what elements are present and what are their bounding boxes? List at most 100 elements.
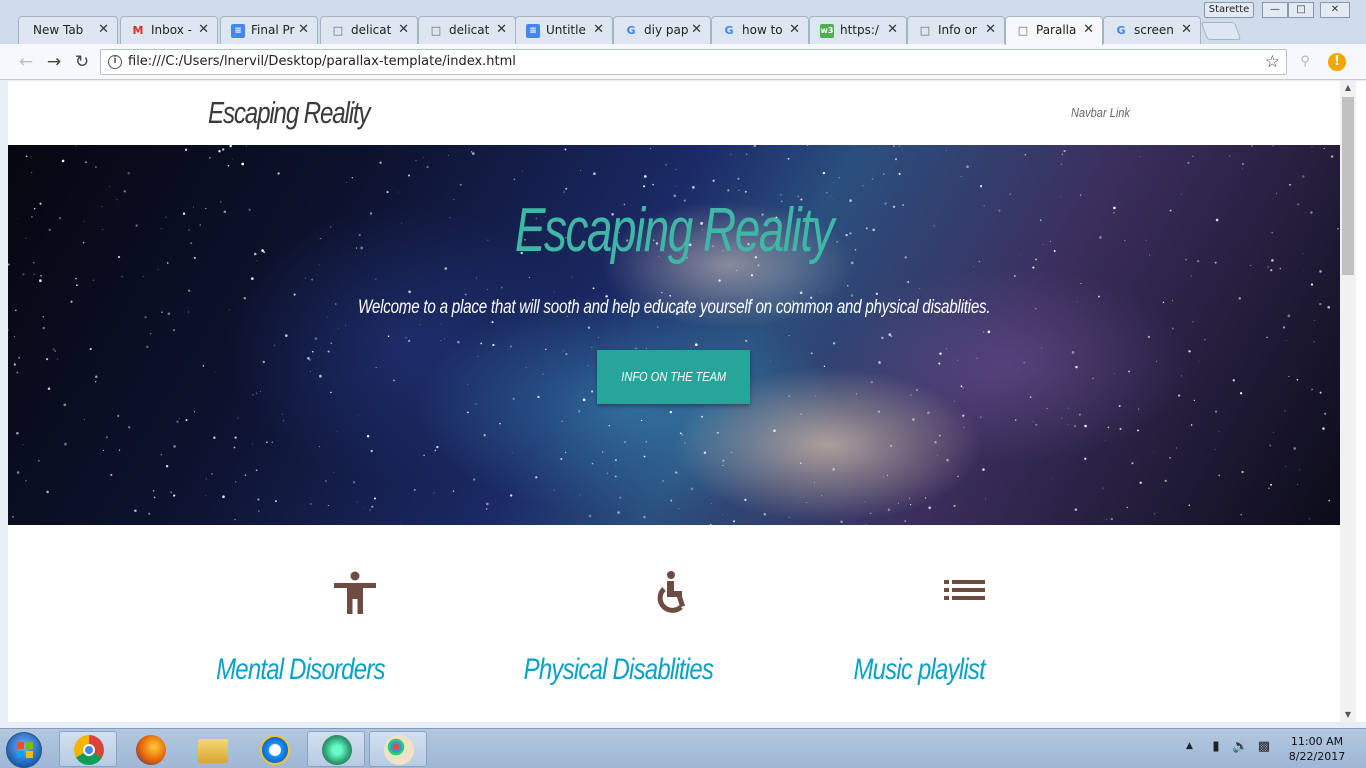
star: [369, 509, 371, 511]
volume-icon[interactable]: 🔊: [1232, 739, 1248, 757]
tray-expand-icon[interactable]: ▲: [1186, 741, 1193, 751]
scroll-down-arrow-icon[interactable]: ▼: [1340, 708, 1356, 722]
scroll-up-arrow-icon[interactable]: ▲: [1340, 81, 1356, 95]
google-icon: G: [1116, 24, 1126, 37]
tab-close-icon[interactable]: ✕: [985, 17, 996, 43]
star: [148, 512, 151, 515]
tab-new-tab[interactable]: New Tab ✕: [18, 16, 118, 44]
star: [237, 417, 239, 419]
info-on-team-button[interactable]: Info on the team: [597, 350, 750, 404]
star: [587, 326, 591, 329]
back-button[interactable]: ←: [16, 52, 36, 72]
star: [938, 362, 941, 365]
star: [471, 151, 473, 153]
tab-diy-paper[interactable]: G diy pap ✕: [613, 16, 711, 44]
taskbar-internet-explorer[interactable]: [245, 731, 303, 767]
reload-button[interactable]: ↻: [72, 52, 92, 72]
start-button[interactable]: [6, 732, 42, 768]
star: [1152, 451, 1154, 452]
tab-parallax[interactable]: □ Paralla ✕: [1005, 16, 1103, 45]
star: [1328, 499, 1331, 502]
tab-how-to[interactable]: G how to ✕: [711, 16, 809, 44]
taskbar-atom[interactable]: [307, 731, 365, 767]
star: [415, 160, 417, 162]
battery-icon[interactable]: ▮: [1208, 739, 1224, 757]
star: [763, 513, 767, 516]
star: [521, 170, 523, 172]
star: [722, 459, 725, 462]
tab-close-icon[interactable]: ✕: [789, 17, 800, 43]
tab-w3schools[interactable]: w3 https:/ ✕: [809, 16, 907, 44]
new-tab-button[interactable]: [1200, 22, 1242, 40]
star: [1147, 335, 1151, 339]
tab-close-icon[interactable]: ✕: [496, 17, 507, 43]
tab-close-icon[interactable]: ✕: [198, 17, 209, 43]
star: [434, 449, 437, 452]
navbar-link[interactable]: Navbar Link: [1071, 105, 1130, 120]
taskbar-firefox[interactable]: [121, 731, 179, 767]
star: [16, 471, 20, 474]
star: [452, 490, 455, 492]
profile-button[interactable]: Starette: [1204, 2, 1254, 18]
tab-close-icon[interactable]: ✕: [887, 17, 898, 43]
star: [1198, 360, 1200, 362]
network-signal-icon[interactable]: ▩: [1256, 739, 1272, 757]
tab-untitled[interactable]: ≡ Untitle ✕: [515, 16, 613, 44]
bookmark-star-icon[interactable]: ☆: [1265, 52, 1280, 72]
star: [657, 326, 659, 328]
star: [405, 337, 407, 339]
star: [250, 277, 254, 280]
brand-logo[interactable]: Escaping Reality: [208, 95, 371, 131]
forward-button[interactable]: →: [44, 52, 64, 72]
star: [193, 411, 196, 413]
page-scrollbar[interactable]: ▲ ▼: [1340, 81, 1356, 722]
taskbar-paint[interactable]: [369, 731, 427, 767]
address-bar[interactable]: i file:///C:/Users/lnervil/Desktop/paral…: [100, 49, 1287, 75]
star: [979, 185, 983, 188]
star: [588, 514, 592, 518]
star: [662, 480, 664, 482]
tab-close-icon[interactable]: ✕: [98, 17, 109, 43]
star: [1322, 427, 1325, 430]
tab-screenshot[interactable]: G screen ✕: [1103, 16, 1201, 44]
tab-final-project[interactable]: ≡ Final Pr ✕: [220, 16, 318, 44]
star: [675, 169, 677, 171]
star: [678, 508, 680, 510]
star: [738, 189, 740, 191]
star: [727, 189, 730, 192]
info-icon[interactable]: i: [108, 55, 122, 69]
star: [426, 166, 429, 169]
tab-close-icon[interactable]: ✕: [691, 17, 702, 43]
tab-delicat-2[interactable]: □ delicat ✕: [418, 16, 516, 44]
star: [1293, 447, 1297, 450]
extension-key-icon[interactable]: ⚲: [1296, 53, 1314, 71]
star: [233, 446, 236, 449]
maximize-button[interactable]: □: [1288, 2, 1314, 18]
star: [110, 479, 112, 481]
star: [46, 490, 49, 494]
star: [898, 145, 900, 147]
star: [255, 469, 258, 472]
star: [314, 337, 318, 340]
google-icon: G: [724, 24, 734, 37]
star: [800, 462, 802, 464]
tab-info-on[interactable]: □ Info or ✕: [907, 16, 1005, 44]
star: [957, 359, 958, 361]
tab-close-icon[interactable]: ✕: [1181, 17, 1192, 43]
close-window-button[interactable]: ✕: [1320, 2, 1350, 18]
taskbar-file-explorer[interactable]: [183, 731, 241, 767]
update-warning-icon[interactable]: !: [1328, 53, 1346, 71]
star: [351, 176, 354, 179]
taskbar-clock[interactable]: 11:00 AM 8/22/2017: [1282, 734, 1352, 764]
scroll-thumb[interactable]: [1342, 97, 1354, 275]
tab-close-icon[interactable]: ✕: [593, 17, 604, 43]
tab-inbox[interactable]: M Inbox - ✕: [120, 16, 218, 44]
tab-close-icon[interactable]: ✕: [1083, 17, 1094, 43]
url-text[interactable]: file:///C:/Users/lnervil/Desktop/paralla…: [128, 54, 516, 69]
minimize-button[interactable]: —: [1262, 2, 1288, 18]
tab-close-icon[interactable]: ✕: [398, 17, 409, 43]
tab-close-icon[interactable]: ✕: [298, 17, 309, 43]
taskbar-chrome[interactable]: [59, 731, 117, 767]
star: [563, 191, 565, 193]
tab-delicat-1[interactable]: □ delicat ✕: [320, 16, 418, 44]
